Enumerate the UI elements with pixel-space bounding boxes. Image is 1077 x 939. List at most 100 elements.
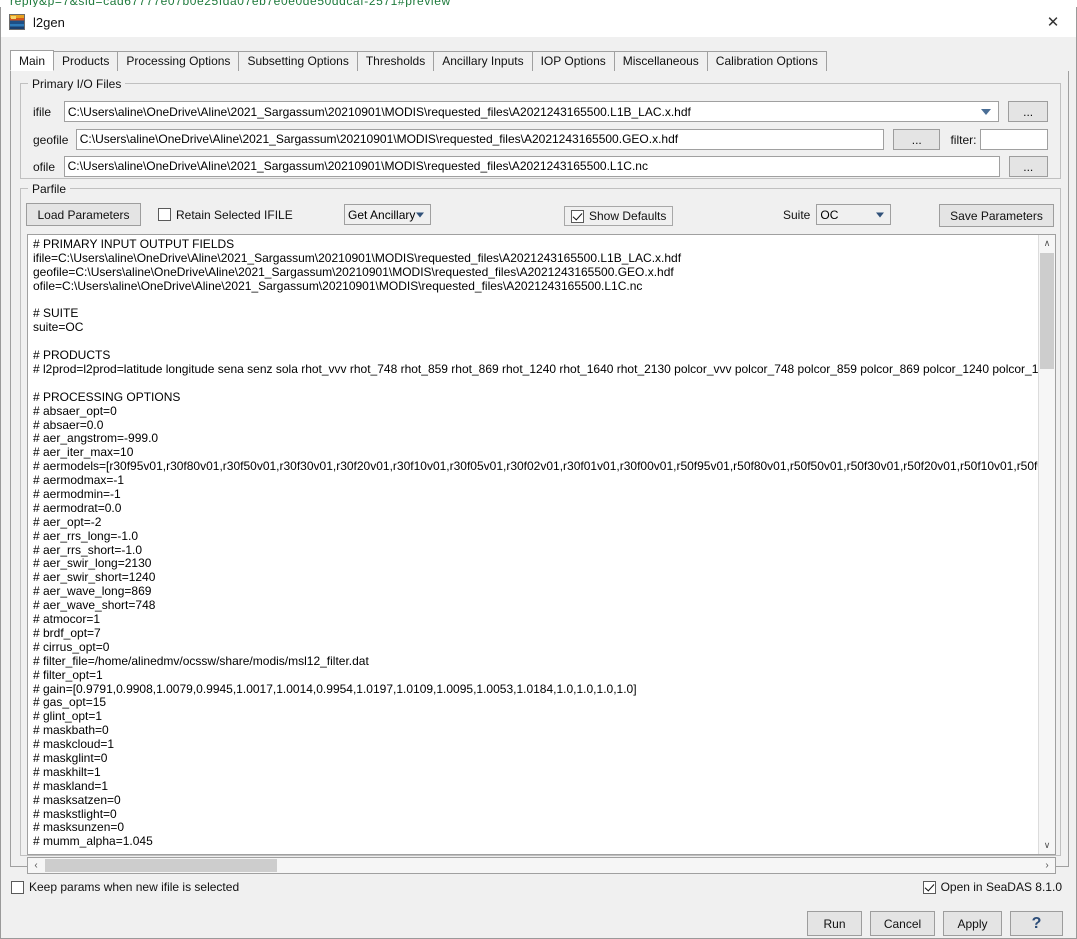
parfile-line: # maskbath=0 — [33, 724, 1038, 738]
parfile-line: # masksatzen=0 — [33, 794, 1038, 808]
get-ancillary-dropdown[interactable]: Get Ancillary — [344, 204, 431, 225]
chevron-down-icon — [876, 212, 884, 217]
geofile-browse-button[interactable]: ... — [893, 129, 940, 150]
parfile-group: Parfile Load Parameters Retain Selected … — [20, 188, 1061, 856]
apply-button[interactable]: Apply — [943, 911, 1002, 936]
browser-strip: reply&p=7&sid=cad67777e07b0e25fda07eb7e0… — [0, 0, 1077, 7]
parfile-line: # aer_swir_long=2130 — [33, 557, 1038, 571]
parfile-line: # PRIMARY INPUT OUTPUT FIELDS — [33, 238, 1038, 252]
parfile-line: # aermodmax=-1 — [33, 474, 1038, 488]
parfile-line: # glint_opt=1 — [33, 710, 1038, 724]
parfile-line: # aer_wave_short=748 — [33, 599, 1038, 613]
parfile-line: geofile=C:\Users\aline\OneDrive\Aline\20… — [33, 266, 1038, 280]
scroll-up-icon[interactable]: ∧ — [1039, 235, 1055, 252]
keep-params-label: Keep params when new ifile is selected — [29, 880, 239, 894]
ofile-input[interactable]: C:\Users\aline\OneDrive\Aline\2021_Sarga… — [64, 156, 1000, 177]
help-button[interactable]: ? — [1010, 911, 1063, 936]
parfile-text-area-wrapper: # PRIMARY INPUT OUTPUT FIELDSifile=C:\Us… — [27, 234, 1056, 855]
parfile-line: # PROCESSING OPTIONS — [33, 391, 1038, 405]
parfile-line — [33, 335, 1038, 349]
suite-dropdown[interactable]: OC — [816, 204, 891, 225]
show-defaults-checkbox[interactable]: Show Defaults — [564, 206, 673, 226]
tab-subsetting-options[interactable]: Subsetting Options — [238, 51, 357, 71]
tab-main[interactable]: Main — [10, 50, 54, 71]
parfile-line: # gas_opt=15 — [33, 696, 1038, 710]
parfile-vertical-scrollbar[interactable]: ∧ ∨ — [1038, 235, 1055, 854]
open-in-seadas-label: Open in SeaDAS 8.1.0 — [941, 880, 1062, 894]
tab-products[interactable]: Products — [53, 51, 118, 71]
geofile-row: geofile C:\Users\aline\OneDrive\Aline\20… — [33, 129, 1048, 150]
show-defaults-box — [571, 210, 584, 223]
scroll-marker-icon — [1039, 557, 1044, 565]
ifile-label: ifile — [33, 105, 60, 119]
horizontal-scroll-thumb[interactable] — [45, 859, 277, 872]
parfile-line: # gain=[0.9791,0.9908,1.0079,0.9945,1.00… — [33, 683, 1038, 697]
parfile-toolbar-left: Load Parameters Retain Selected IFILE — [26, 203, 293, 226]
scroll-down-icon[interactable]: ∨ — [1039, 837, 1055, 854]
parfile-line: # aer_rrs_long=-1.0 — [33, 530, 1038, 544]
app-root: reply&p=7&sid=cad67777e07b0e25fda07eb7e0… — [0, 0, 1077, 939]
parfile-line — [33, 294, 1038, 308]
close-icon[interactable]: ✕ — [1030, 7, 1076, 37]
tab-calibration-options[interactable]: Calibration Options — [707, 51, 827, 71]
ifile-combo[interactable]: C:\Users\aline\OneDrive\Aline\2021_Sarga… — [64, 101, 999, 122]
vertical-scroll-thumb[interactable] — [1040, 253, 1054, 369]
parfile-line: ofile=C:\Users\aline\OneDrive\Aline\2021… — [33, 280, 1038, 294]
scroll-right-icon[interactable]: › — [1039, 858, 1055, 873]
ifile-value: C:\Users\aline\OneDrive\Aline\2021_Sarga… — [68, 105, 691, 119]
parfile-line: ifile=C:\Users\aline\OneDrive\Aline\2021… — [33, 252, 1038, 266]
parfile-horizontal-scrollbar[interactable]: ‹ › — [27, 857, 1056, 874]
parfile-line: # filter_opt=1 — [33, 669, 1038, 683]
parfile-line: # absaer_opt=0 — [33, 405, 1038, 419]
parfile-text-area[interactable]: # PRIMARY INPUT OUTPUT FIELDSifile=C:\Us… — [28, 235, 1038, 854]
geofile-label: geofile — [33, 133, 72, 147]
keep-params-box — [11, 881, 24, 894]
suite-value: OC — [820, 208, 838, 222]
suite-label: Suite — [783, 208, 810, 222]
get-ancillary-label: Get Ancillary — [348, 208, 415, 222]
parfile-line: # aer_iter_max=10 — [33, 446, 1038, 460]
parfile-line: # aermodmin=-1 — [33, 488, 1038, 502]
l2gen-window: l2gen ✕ Main Products Processing Options… — [0, 7, 1077, 939]
load-parameters-button[interactable]: Load Parameters — [26, 203, 141, 226]
retain-selected-ifile-box — [158, 208, 171, 221]
parfile-line: # cirrus_opt=0 — [33, 641, 1038, 655]
parfile-line: # maskhilt=1 — [33, 766, 1038, 780]
geofile-filter-input[interactable] — [980, 129, 1048, 150]
parfile-line: # maskcloud=1 — [33, 738, 1038, 752]
parfile-line: # l2prod=l2prod=latitude longitude sena … — [33, 363, 1038, 377]
parfile-line: # atmocor=1 — [33, 613, 1038, 627]
browser-strip-text: reply&p=7&sid=cad67777e07b0e25fda07eb7e0… — [10, 0, 451, 7]
geofile-input[interactable]: C:\Users\aline\OneDrive\Aline\2021_Sarga… — [76, 129, 884, 150]
chevron-down-icon — [416, 212, 424, 217]
parfile-legend: Parfile — [28, 182, 70, 196]
tab-ancillary-inputs[interactable]: Ancillary Inputs — [433, 51, 532, 71]
parfile-line: # mumm_alpha=1.045 — [33, 835, 1038, 849]
cancel-button[interactable]: Cancel — [870, 911, 935, 936]
run-button[interactable]: Run — [807, 911, 862, 936]
primary-io-files-legend: Primary I/O Files — [28, 77, 125, 91]
ofile-browse-button[interactable]: ... — [1009, 156, 1048, 177]
keep-params-checkbox[interactable]: Keep params when new ifile is selected — [11, 880, 239, 894]
geofile-filter-label: filter: — [950, 133, 976, 147]
tab-iop-options[interactable]: IOP Options — [532, 51, 615, 71]
retain-selected-ifile-checkbox[interactable]: Retain Selected IFILE — [158, 208, 293, 222]
parfile-line: # filter_file=/home/alinedmv/ocssw/share… — [33, 655, 1038, 669]
parfile-line: # absaer=0.0 — [33, 419, 1038, 433]
ifile-browse-button[interactable]: ... — [1008, 101, 1048, 122]
dialog-button-bar: Run Cancel Apply ? — [807, 911, 1063, 936]
primary-io-files-group: Primary I/O Files ifile C:\Users\aline\O… — [20, 83, 1061, 179]
tab-thresholds[interactable]: Thresholds — [357, 51, 434, 71]
title-bar: l2gen ✕ — [1, 7, 1076, 37]
parfile-line: # PRODUCTS — [33, 349, 1038, 363]
ofile-value: C:\Users\aline\OneDrive\Aline\2021_Sarga… — [68, 159, 648, 173]
parfile-line: # aermodels=[r30f95v01,r30f80v01,r30f50v… — [33, 460, 1038, 474]
ofile-label: ofile — [33, 160, 60, 174]
tab-processing-options[interactable]: Processing Options — [117, 51, 239, 71]
open-in-seadas-checkbox[interactable]: Open in SeaDAS 8.1.0 — [923, 880, 1062, 894]
scroll-left-icon[interactable]: ‹ — [28, 858, 44, 873]
tab-miscellaneous[interactable]: Miscellaneous — [614, 51, 708, 71]
parfile-line: # aer_swir_short=1240 — [33, 571, 1038, 585]
save-parameters-button[interactable]: Save Parameters — [939, 204, 1054, 227]
parfile-line: # maskglint=0 — [33, 752, 1038, 766]
